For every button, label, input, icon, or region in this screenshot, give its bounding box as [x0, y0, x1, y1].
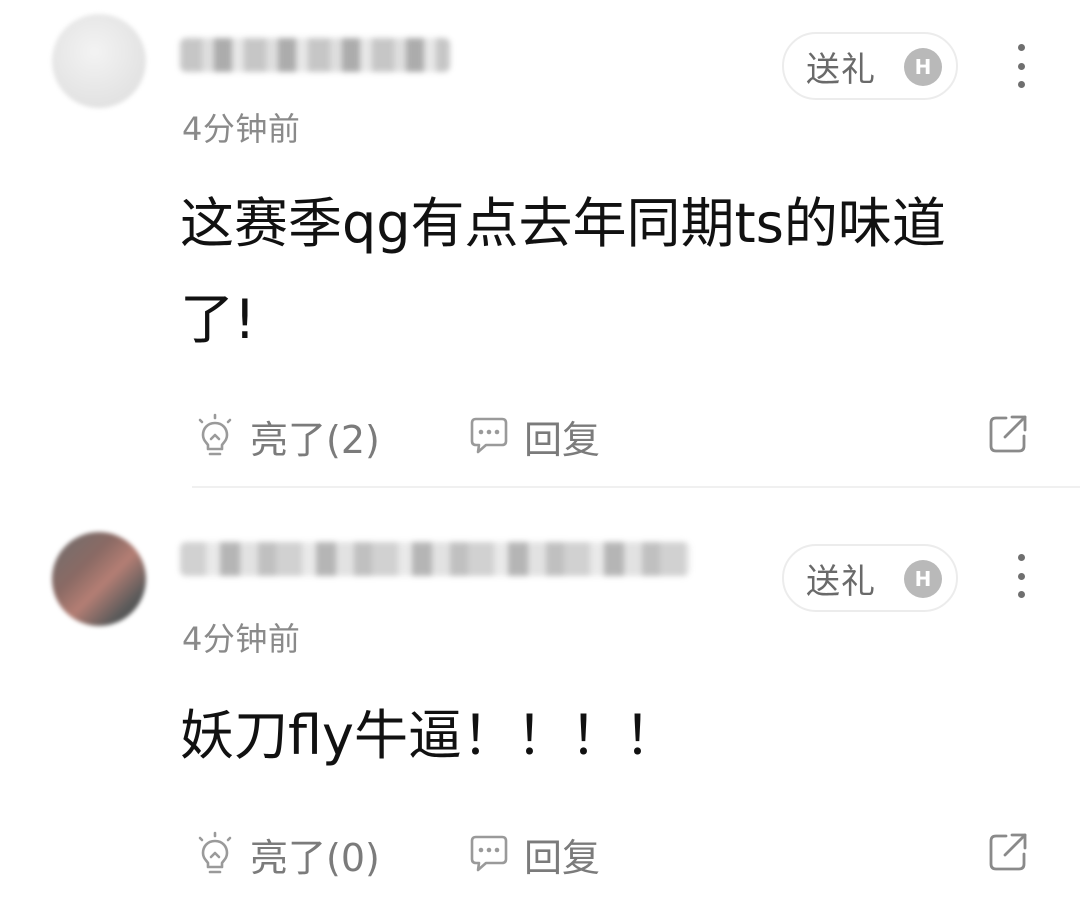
- like-button[interactable]: 亮了(2): [190, 406, 380, 466]
- reply-button[interactable]: 回复: [464, 824, 600, 884]
- share-arrow-icon[interactable]: [986, 412, 1030, 456]
- reply-label: 回复: [524, 835, 601, 880]
- comment-timestamp: 4分钟前: [182, 110, 301, 148]
- more-vertical-icon[interactable]: [1006, 44, 1036, 88]
- gift-button[interactable]: 送礼 H: [782, 544, 958, 612]
- h-badge-icon: H: [904, 560, 942, 598]
- like-count-label: 亮了(2): [250, 417, 380, 462]
- reply-label: 回复: [524, 417, 601, 462]
- comment-text: 这赛季qg有点去年同期ts的味道了!: [180, 192, 946, 351]
- comment-item: 4分钟前 送礼 H 妖刀fly牛逼！！！！ 亮了(0) 回复: [0, 488, 1080, 897]
- gift-button-label: 送礼: [806, 561, 876, 602]
- h-badge-icon: H: [904, 48, 942, 86]
- lightbulb-icon: [198, 413, 232, 456]
- username-redacted[interactable]: [180, 38, 450, 72]
- share-arrow-icon[interactable]: [986, 830, 1030, 874]
- avatar[interactable]: [52, 14, 146, 108]
- lightbulb-icon: [198, 831, 232, 874]
- avatar[interactable]: [52, 532, 146, 626]
- like-button[interactable]: 亮了(0): [190, 824, 380, 884]
- comment-item: 4分钟前 送礼 H 这赛季qg有点去年同期ts的味道了! 亮了(2) 回复: [0, 0, 1080, 487]
- comment-actions: 亮了(0) 回复: [190, 824, 1040, 884]
- comment-timestamp: 4分钟前: [182, 620, 301, 658]
- username-redacted[interactable]: [180, 542, 690, 576]
- comment-bubble-icon: [470, 417, 508, 454]
- comment-actions: 亮了(2) 回复: [190, 406, 1040, 466]
- gift-button[interactable]: 送礼 H: [782, 32, 958, 100]
- reply-button[interactable]: 回复: [464, 406, 600, 466]
- more-vertical-icon[interactable]: [1006, 554, 1036, 598]
- like-count-label: 亮了(0): [250, 835, 380, 880]
- gift-button-label: 送礼: [806, 49, 876, 90]
- comment-bubble-icon: [470, 835, 508, 872]
- comment-text: 妖刀fly牛逼！！！！: [180, 704, 678, 767]
